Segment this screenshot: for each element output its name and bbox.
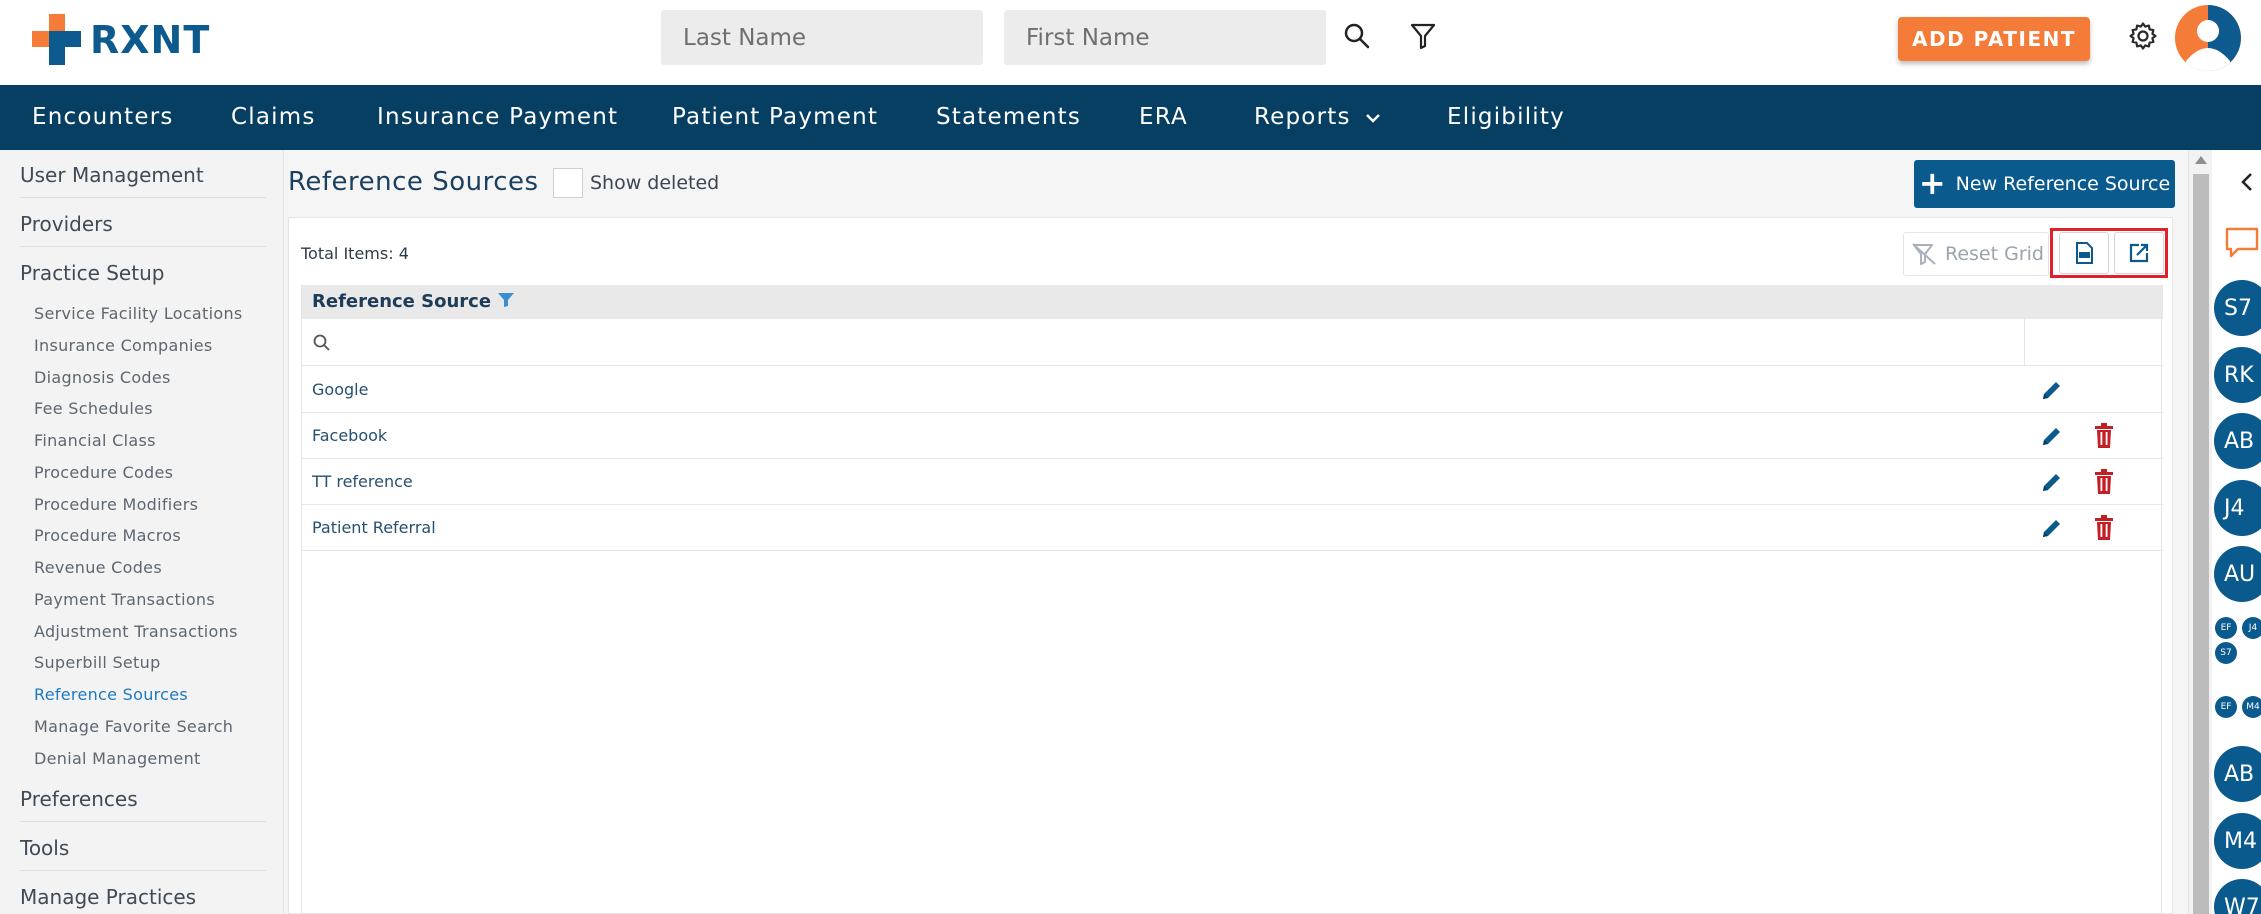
column-filter-icon[interactable]	[497, 292, 515, 308]
user-bubble[interactable]: S7	[2214, 280, 2261, 336]
user-bubble[interactable]: AU	[2214, 546, 2261, 602]
sidebar-item-fee-schedules[interactable]: Fee Schedules	[34, 399, 153, 418]
nav-claims[interactable]: Claims	[231, 85, 316, 150]
brand-name: RXNT	[90, 18, 211, 62]
reference-source-cell: TT reference	[312, 472, 413, 491]
grid-header: Reference Source	[302, 285, 2163, 319]
nav-reports[interactable]: Reports	[1254, 85, 1351, 150]
pdf-export-icon	[2076, 242, 2093, 264]
user-bubble-small[interactable]: S7	[2215, 642, 2237, 664]
table-row: Patient Referral	[302, 505, 2163, 551]
trash-icon[interactable]	[2090, 468, 2118, 496]
trash-icon[interactable]	[2090, 422, 2118, 450]
nav-statements[interactable]: Statements	[936, 85, 1081, 150]
reset-grid-button[interactable]: Reset Grid	[1903, 232, 2049, 276]
nav-insurance-payment[interactable]: Insurance Payment	[377, 85, 618, 150]
trash-icon[interactable]	[2090, 514, 2118, 542]
sidebar-item-reference-sources[interactable]: Reference Sources	[34, 685, 188, 704]
reset-grid-label: Reset Grid	[1945, 243, 2044, 265]
user-bubble[interactable]: M4	[2214, 813, 2261, 869]
column-header-reference-source[interactable]: Reference Source	[312, 291, 515, 312]
nav-eligibility[interactable]: Eligibility	[1447, 85, 1565, 150]
edit-icon[interactable]	[2038, 514, 2066, 542]
reference-source-grid: Reference Source Google Facebook TT refe…	[301, 285, 2163, 914]
export-button[interactable]	[2114, 232, 2164, 274]
nav-encounters[interactable]: Encounters	[32, 85, 174, 150]
user-bubble[interactable]: RK	[2214, 347, 2261, 403]
gear-icon[interactable]	[2125, 18, 2161, 54]
first-name-input[interactable]	[1004, 10, 1326, 65]
sidebar-manage-practices[interactable]: Manage Practices	[20, 885, 266, 914]
show-deleted-label: Show deleted	[590, 172, 720, 194]
show-deleted-checkbox[interactable]	[553, 168, 583, 198]
user-bubble-small[interactable]: EF	[2215, 696, 2237, 718]
user-bubble[interactable]: AB	[2214, 746, 2261, 802]
export-icon	[2129, 243, 2149, 263]
edit-icon[interactable]	[2038, 376, 2066, 404]
reference-source-cell: Facebook	[312, 426, 388, 445]
grid-filter-row	[302, 319, 2163, 366]
sidebar-tools[interactable]: Tools	[20, 836, 266, 871]
table-row: TT reference	[302, 459, 2163, 505]
sidebar-user-management[interactable]: User Management	[20, 163, 266, 198]
sidebar-item-revenue-codes[interactable]: Revenue Codes	[34, 558, 162, 577]
top-header: RXNT ADD PATIENT	[0, 0, 2261, 85]
sidebar-providers[interactable]: Providers	[20, 212, 266, 247]
sidebar-item-manage-favorite-search[interactable]: Manage Favorite Search	[34, 717, 233, 736]
new-reference-source-button[interactable]: + New Reference Source	[1914, 160, 2175, 208]
chevron-down-icon[interactable]	[1365, 85, 1381, 150]
sidebar-item-superbill-setup[interactable]: Superbill Setup	[34, 653, 161, 672]
sidebar-item-service-facility-locations[interactable]: Service Facility Locations	[34, 304, 243, 323]
sidebar-item-adjustment-transactions[interactable]: Adjustment Transactions	[34, 622, 238, 641]
sidebar-item-financial-class[interactable]: Financial Class	[34, 431, 156, 450]
grid-filter-input[interactable]	[338, 327, 1978, 357]
page-title: Reference Sources	[288, 167, 539, 197]
table-row: Facebook	[302, 413, 2163, 459]
add-patient-button[interactable]: ADD PATIENT	[1898, 17, 2090, 61]
user-bubble-small[interactable]: EF	[2215, 617, 2237, 639]
user-bubble-small[interactable]: M4	[2242, 696, 2261, 718]
scroll-up-arrow[interactable]	[2195, 156, 2207, 164]
scrollbar-thumb[interactable]	[2193, 174, 2209, 914]
logo-cross-icon	[32, 14, 81, 65]
table-row: Google	[302, 367, 2163, 413]
search-icon	[313, 334, 330, 351]
rxnt-logo[interactable]: RXNT	[32, 12, 210, 68]
sidebar-practice-setup[interactable]: Practice Setup	[20, 261, 266, 295]
sidebar-item-insurance-companies[interactable]: Insurance Companies	[34, 336, 213, 355]
user-avatar[interactable]	[2175, 5, 2241, 71]
sidebar-item-diagnosis-codes[interactable]: Diagnosis Codes	[34, 368, 171, 387]
sidebar-item-procedure-codes[interactable]: Procedure Codes	[34, 463, 173, 482]
sidebar-item-denial-management[interactable]: Denial Management	[34, 749, 201, 768]
plus-icon: +	[1918, 163, 1946, 202]
main-nav: Encounters Claims Insurance Payment Pati…	[0, 85, 2261, 150]
user-bubble-small[interactable]: J4	[2242, 617, 2261, 639]
page-scrollbar[interactable]	[2188, 150, 2212, 914]
filter-clear-icon	[1912, 243, 1936, 265]
nav-patient-payment[interactable]: Patient Payment	[672, 85, 878, 150]
user-bubble[interactable]: J4	[2214, 480, 2261, 536]
reference-source-cell: Google	[312, 380, 369, 399]
reference-source-cell: Patient Referral	[312, 518, 436, 537]
new-reference-source-label: New Reference Source	[1955, 173, 2171, 195]
column-divider	[2024, 319, 2025, 366]
sidebar-item-procedure-modifiers[interactable]: Procedure Modifiers	[34, 495, 198, 514]
total-items: Total Items: 4	[301, 244, 409, 263]
last-name-input[interactable]	[661, 10, 983, 65]
sidebar-item-procedure-macros[interactable]: Procedure Macros	[34, 526, 181, 545]
filter-icon[interactable]	[1405, 18, 1441, 54]
nav-era[interactable]: ERA	[1139, 85, 1188, 150]
sidebar-preferences[interactable]: Preferences	[20, 787, 266, 822]
chat-icon[interactable]	[2224, 226, 2260, 265]
collapse-rail-icon[interactable]	[2240, 172, 2254, 197]
search-icon[interactable]	[1339, 18, 1375, 54]
user-bubble[interactable]: AB	[2214, 413, 2261, 469]
edit-icon[interactable]	[2038, 422, 2066, 450]
sidebar-item-payment-transactions[interactable]: Payment Transactions	[34, 590, 215, 609]
column-header-label: Reference Source	[312, 291, 492, 312]
edit-icon[interactable]	[2038, 468, 2066, 496]
pdf-export-button[interactable]	[2059, 232, 2109, 274]
